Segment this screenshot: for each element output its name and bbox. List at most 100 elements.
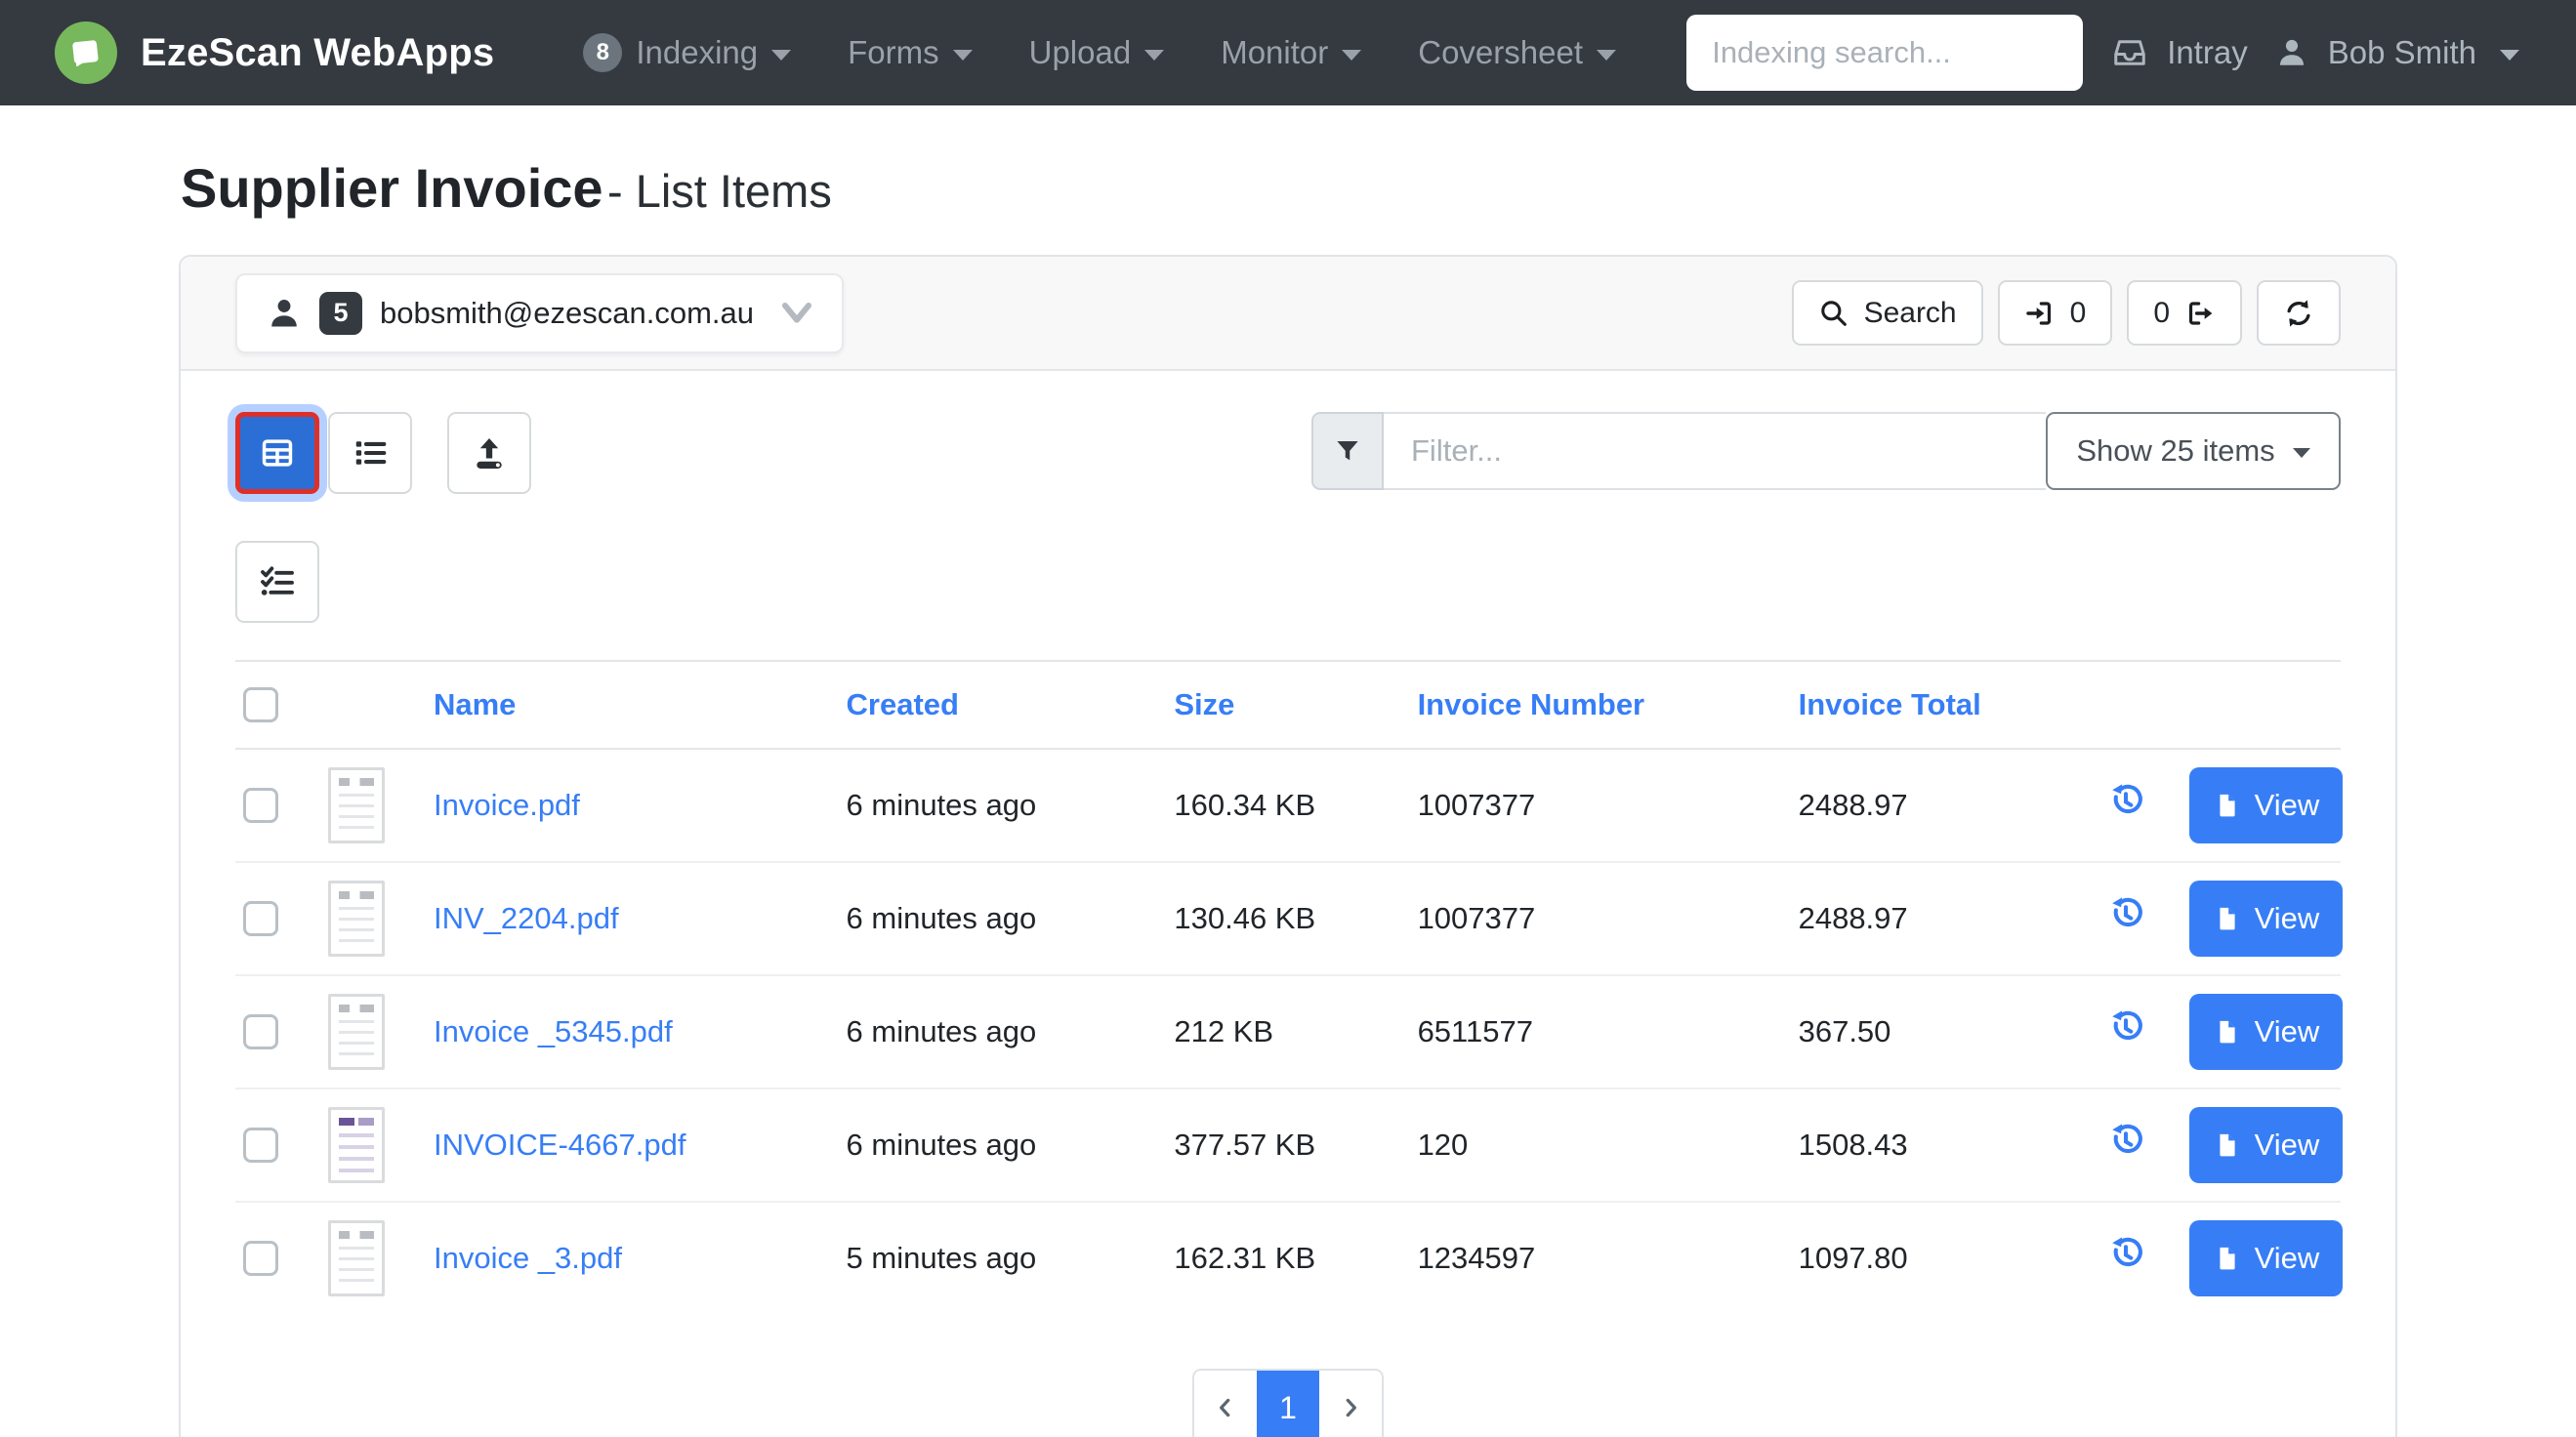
chevron-down-icon — [1144, 50, 1164, 61]
user-menu[interactable]: Bob Smith — [2275, 34, 2519, 71]
nav-item-forms[interactable]: Forms — [819, 34, 1001, 71]
invoice-total-cell: 1508.43 — [1791, 1088, 2098, 1202]
user-icon — [2275, 36, 2308, 69]
created-cell: 6 minutes ago — [839, 975, 1167, 1088]
table-row: INVOICE-4667.pdf 6 minutes ago 377.57 KB… — [235, 1088, 2341, 1202]
invoice-total-cell: 367.50 — [1791, 975, 2098, 1088]
refresh-button[interactable] — [2257, 280, 2341, 346]
check-in-button[interactable]: 0 — [1998, 280, 2113, 346]
intray-icon — [2112, 35, 2147, 70]
top-navbar: EzeScan WebApps 8 Indexing Forms Upload … — [0, 0, 2576, 105]
nav-item-upload[interactable]: Upload — [1001, 34, 1193, 71]
chevron-right-icon — [1338, 1395, 1363, 1420]
history-button[interactable] — [2105, 894, 2146, 935]
invoice-number-cell: 6511577 — [1410, 975, 1791, 1088]
nav-item-coversheet[interactable]: Coversheet — [1390, 34, 1644, 71]
row-checkbox[interactable] — [243, 1128, 278, 1163]
nav-item-monitor[interactable]: Monitor — [1192, 34, 1390, 71]
nav-item-label: Forms — [848, 34, 939, 71]
file-name-link[interactable]: Invoice _5345.pdf — [434, 1014, 673, 1048]
nav-item-label: Upload — [1029, 34, 1132, 71]
queue-email-label: bobsmith@ezescan.com.au — [380, 296, 754, 331]
invoice-total-cell: 1097.80 — [1791, 1202, 2098, 1314]
select-all-checkbox[interactable] — [243, 687, 278, 722]
history-button[interactable] — [2105, 1121, 2146, 1162]
size-cell: 377.57 KB — [1166, 1088, 1409, 1202]
show-items-dropdown[interactable]: Show 25 items — [2046, 412, 2341, 490]
view-button[interactable]: View — [2189, 1220, 2343, 1296]
refresh-icon — [2283, 298, 2314, 329]
page-title-main: Supplier Invoice — [181, 157, 603, 219]
row-checkbox[interactable] — [243, 901, 278, 936]
file-icon — [2214, 792, 2241, 819]
row-checkbox[interactable] — [243, 1014, 278, 1049]
size-cell: 162.31 KB — [1166, 1202, 1409, 1314]
document-thumbnail[interactable] — [328, 1107, 385, 1183]
user-icon — [267, 296, 302, 331]
sort-header-size[interactable]: Size — [1166, 661, 1409, 749]
check-out-count: 0 — [2153, 297, 2170, 330]
list-view-button[interactable] — [328, 412, 412, 494]
brand-link[interactable]: EzeScan WebApps — [55, 21, 494, 84]
filter-funnel-icon — [1311, 412, 1384, 490]
indexing-count-badge: 8 — [583, 33, 622, 72]
filter-input[interactable] — [1384, 412, 2046, 490]
view-button[interactable]: View — [2189, 1107, 2343, 1183]
view-button[interactable]: View — [2189, 994, 2343, 1070]
file-icon — [2214, 1131, 2241, 1159]
sort-header-invoice-total[interactable]: Invoice Total — [1791, 661, 2098, 749]
chevron-down-icon — [953, 50, 973, 61]
view-button-label: View — [2255, 1128, 2320, 1163]
document-thumbnail[interactable] — [328, 767, 385, 843]
history-button[interactable] — [2105, 781, 2146, 822]
file-name-link[interactable]: Invoice.pdf — [434, 788, 580, 822]
list-items-card: 5 bobsmith@ezescan.com.au Search — [179, 255, 2397, 1437]
created-cell: 6 minutes ago — [839, 862, 1167, 975]
file-name-link[interactable]: Invoice _3.pdf — [434, 1241, 622, 1275]
check-out-button[interactable]: 0 — [2127, 280, 2242, 346]
history-button[interactable] — [2105, 1234, 2146, 1275]
upload-icon — [471, 434, 508, 472]
page-1-button[interactable]: 1 — [1257, 1371, 1319, 1437]
table-row: INV_2204.pdf 6 minutes ago 130.46 KB 100… — [235, 862, 2341, 975]
row-checkbox[interactable] — [243, 1241, 278, 1276]
file-icon — [2214, 905, 2241, 932]
indexing-search-input[interactable] — [1686, 15, 2083, 91]
document-thumbnail[interactable] — [328, 881, 385, 957]
pagination: 1 — [235, 1369, 2341, 1437]
sort-header-invoice-number[interactable]: Invoice Number — [1410, 661, 1791, 749]
view-button[interactable]: View — [2189, 767, 2343, 843]
prev-page-button[interactable] — [1194, 1371, 1257, 1437]
invoice-number-cell: 1007377 — [1410, 749, 1791, 862]
chevron-down-icon — [781, 302, 812, 325]
view-header — [2181, 661, 2341, 749]
view-button[interactable]: View — [2189, 881, 2343, 957]
select-columns-button[interactable] — [235, 541, 319, 623]
size-cell: 160.34 KB — [1166, 749, 1409, 862]
sort-header-created[interactable]: Created — [839, 661, 1167, 749]
upload-button[interactable] — [447, 412, 531, 494]
search-button[interactable]: Search — [1792, 280, 1983, 346]
view-button-label: View — [2255, 901, 2320, 936]
nav-item-indexing[interactable]: 8 Indexing — [555, 33, 819, 72]
row-checkbox[interactable] — [243, 788, 278, 823]
invoice-number-cell: 1007377 — [1410, 862, 1791, 975]
invoice-number-cell: 1234597 — [1410, 1202, 1791, 1314]
document-thumbnail[interactable] — [328, 1220, 385, 1296]
intray-link[interactable]: Intray — [2112, 34, 2248, 71]
sign-out-icon — [2184, 298, 2216, 329]
file-name-link[interactable]: INVOICE-4667.pdf — [434, 1128, 686, 1162]
grid-view-button[interactable] — [235, 412, 319, 494]
history-button[interactable] — [2105, 1007, 2146, 1048]
queue-count-badge: 5 — [319, 292, 362, 335]
page-title: Supplier Invoice - List Items — [181, 156, 2576, 220]
chevron-left-icon — [1213, 1395, 1238, 1420]
card-header: 5 bobsmith@ezescan.com.au Search — [181, 257, 2395, 371]
document-thumbnail[interactable] — [328, 994, 385, 1070]
sort-header-name[interactable]: Name — [426, 661, 839, 749]
ezescan-logo-icon — [55, 21, 117, 84]
view-button-label: View — [2255, 1014, 2320, 1049]
queue-selector[interactable]: 5 bobsmith@ezescan.com.au — [235, 273, 844, 353]
file-name-link[interactable]: INV_2204.pdf — [434, 901, 619, 935]
next-page-button[interactable] — [1319, 1371, 1382, 1437]
